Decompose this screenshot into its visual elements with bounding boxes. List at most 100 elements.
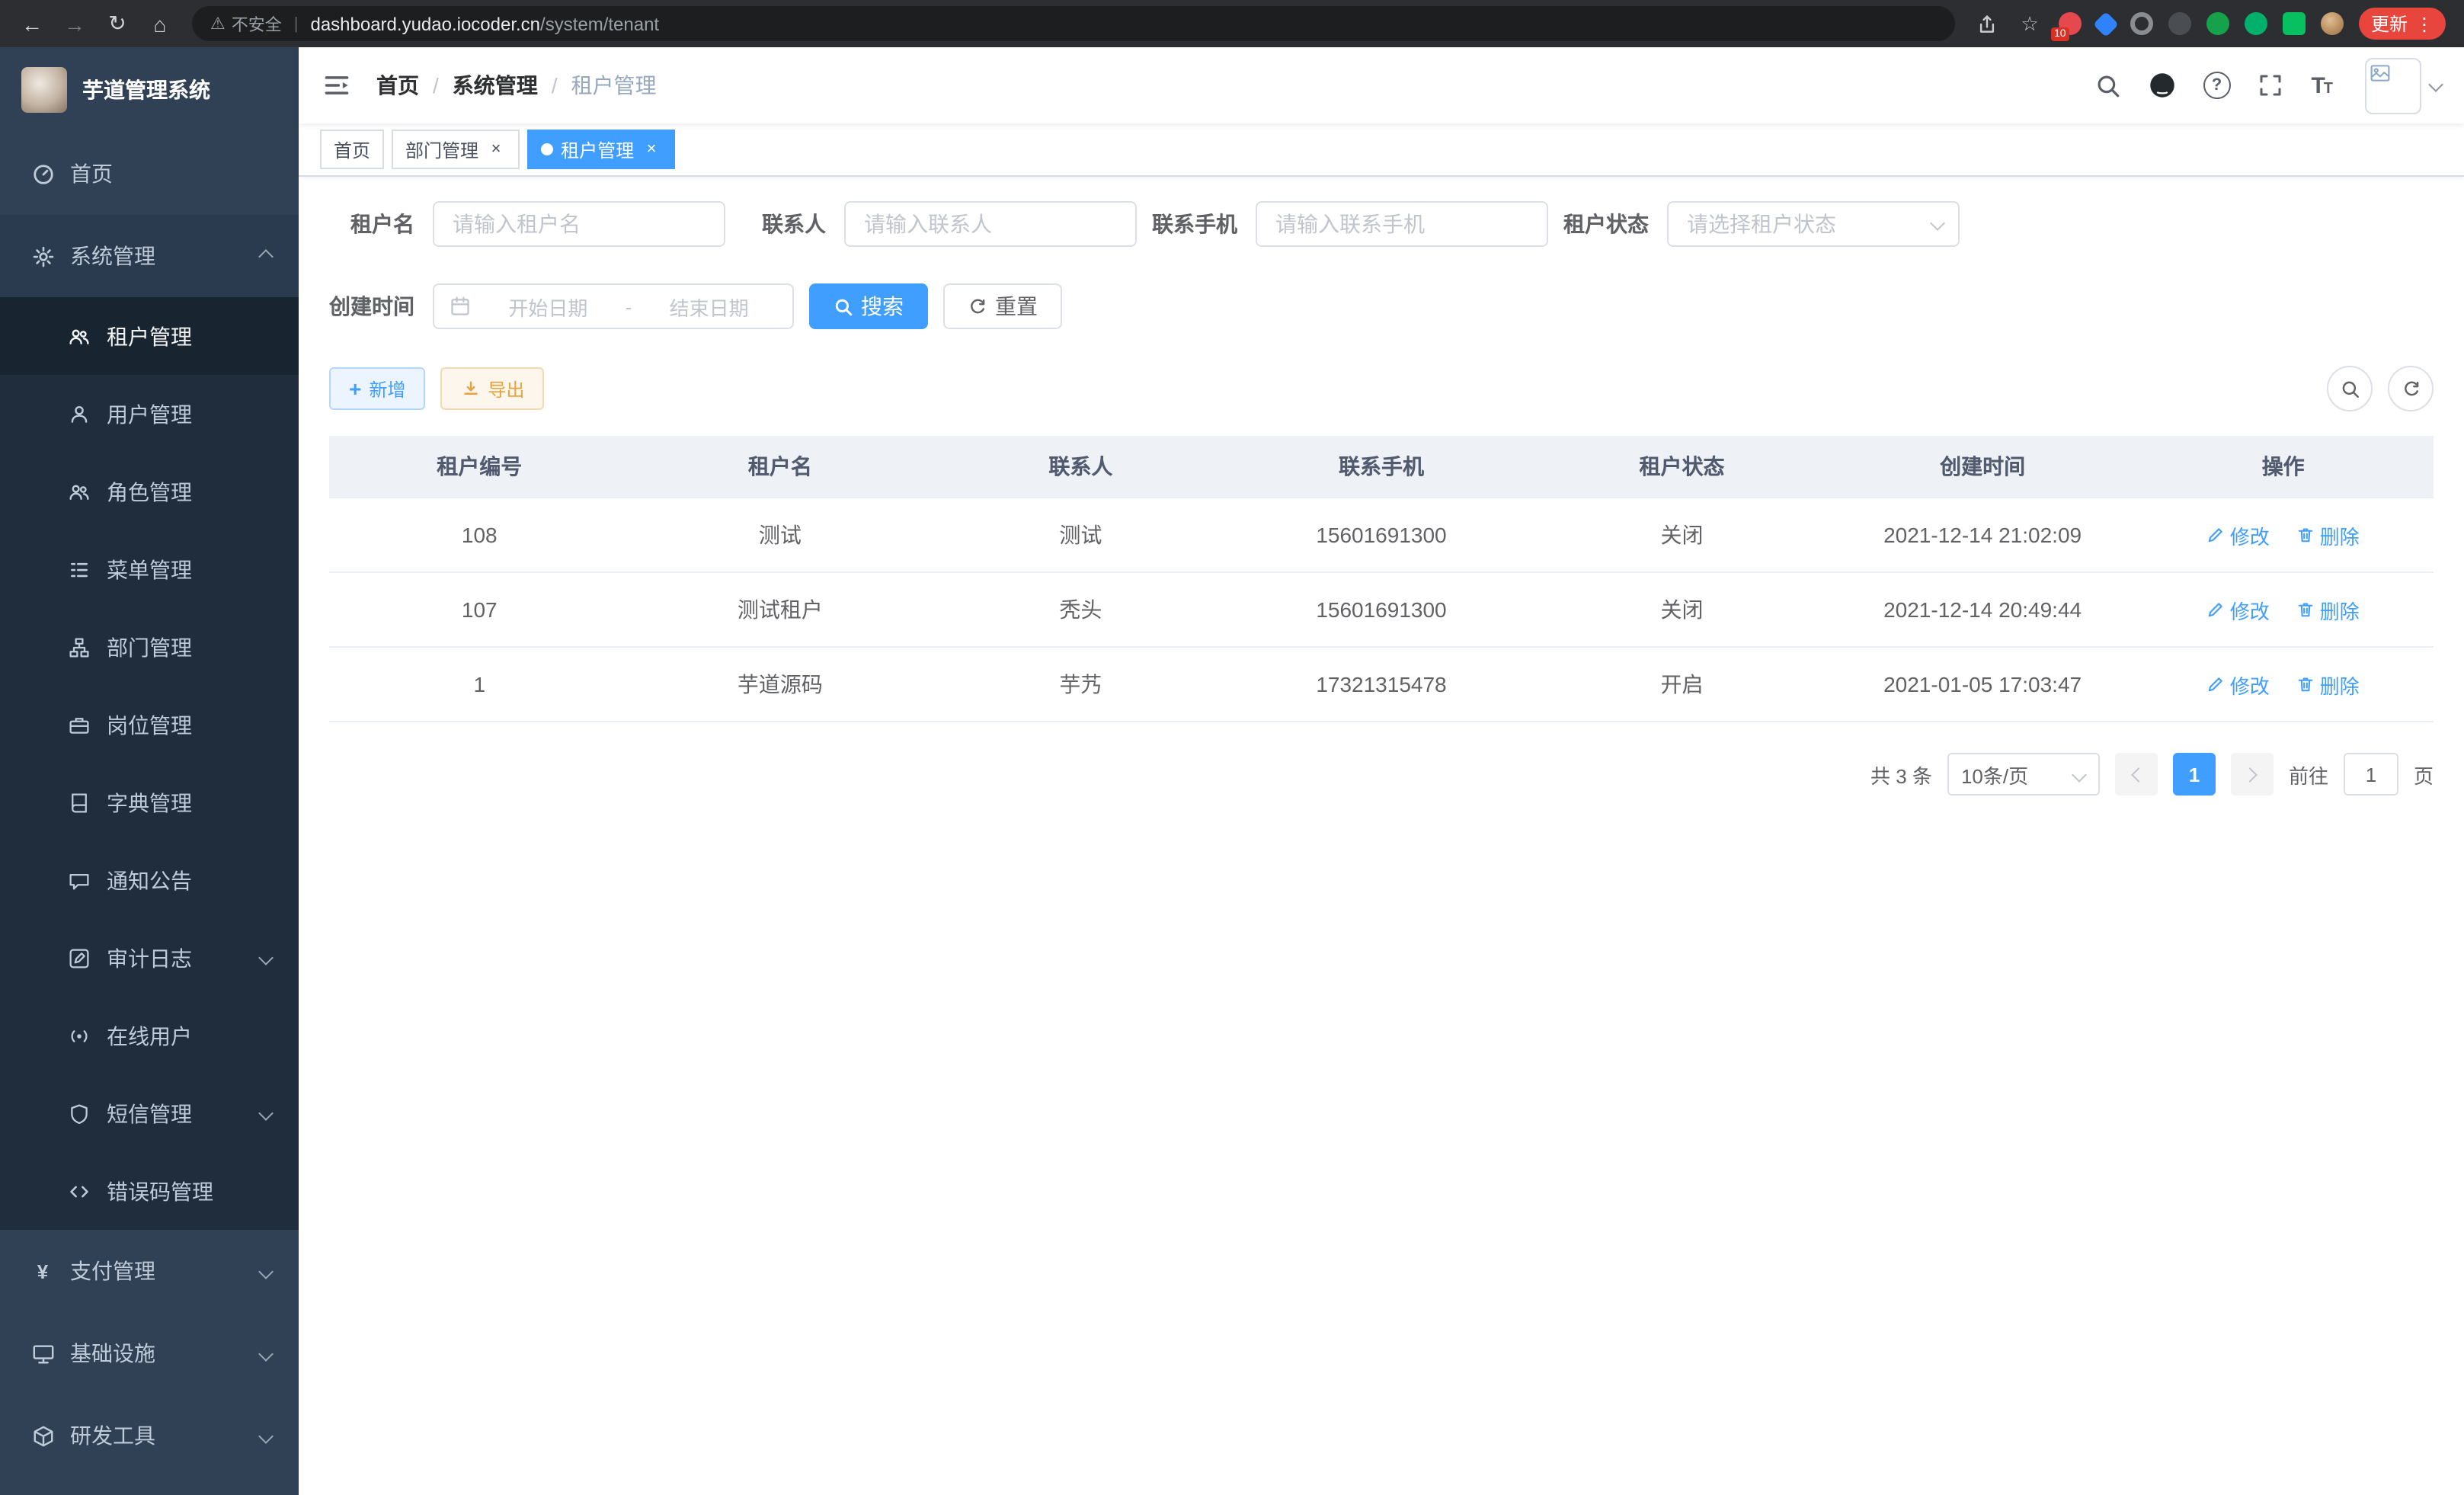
reset-button[interactable]: 重置 <box>943 283 1062 329</box>
export-button[interactable]: 导出 <box>440 367 544 410</box>
close-icon[interactable]: × <box>486 139 506 159</box>
extension-icon-teal[interactable] <box>2245 12 2267 35</box>
cell-created: 2021-12-14 20:49:44 <box>1832 572 2133 647</box>
goto-page-input[interactable] <box>2344 753 2398 796</box>
column-status: 租户状态 <box>1531 436 1832 498</box>
sidebar-submenu-system: 租户管理 用户管理 角色管理 <box>0 297 299 1230</box>
column-tenant-name: 租户名 <box>630 436 931 498</box>
sidebar-item-error-code[interactable]: 错误码管理 <box>0 1152 299 1230</box>
security-warning[interactable]: ⚠ 不安全 <box>210 11 282 36</box>
browser-menu-icon[interactable]: ⋮ <box>2415 13 2434 34</box>
date-range-picker[interactable]: 开始日期 - 结束日期 <box>433 283 794 329</box>
table-right-tools <box>2327 366 2434 411</box>
page-number-1[interactable]: 1 <box>2173 753 2216 796</box>
font-size-icon[interactable]: TT <box>2311 72 2333 98</box>
export-button-label: 导出 <box>488 376 524 402</box>
filter-row-1: 租户名 联系人 联系手机 租户状态 <box>329 201 2434 247</box>
sidebar-item-role[interactable]: 角色管理 <box>0 453 299 530</box>
trash-icon <box>2297 526 2315 544</box>
close-icon[interactable]: × <box>642 139 661 159</box>
sidebar-item-sms[interactable]: 短信管理 <box>0 1074 299 1152</box>
edit-link[interactable]: 修改 <box>2207 595 2270 624</box>
sidebar-item-label: 错误码管理 <box>107 1176 274 1206</box>
active-dot <box>541 143 553 155</box>
start-date-placeholder[interactable]: 开始日期 <box>480 292 616 321</box>
extension-icon-chat[interactable] <box>2283 12 2306 35</box>
sidebar-item-label: 系统管理 <box>70 241 245 271</box>
next-page-button[interactable] <box>2231 753 2274 796</box>
browser-update-button[interactable]: 更新 ⋮ <box>2359 8 2446 40</box>
add-button[interactable]: + 新增 <box>329 367 425 410</box>
browser-forward-button[interactable]: → <box>55 4 94 43</box>
extension-icon-green[interactable] <box>2206 12 2229 35</box>
sidebar-item-dept[interactable]: 部门管理 <box>0 608 299 686</box>
help-icon[interactable]: ? <box>2203 72 2230 99</box>
search-icon[interactable] <box>2093 71 2122 100</box>
end-date-placeholder[interactable]: 结束日期 <box>641 292 777 321</box>
prev-page-button[interactable] <box>2115 753 2158 796</box>
cell-status: 关闭 <box>1531 498 1832 572</box>
breadcrumb-home[interactable]: 首页 <box>376 70 419 101</box>
sidebar-item-home[interactable]: 首页 <box>0 133 299 215</box>
address-separator: | <box>294 14 299 33</box>
sidebar-item-tenant[interactable]: 租户管理 <box>0 297 299 375</box>
share-icon[interactable] <box>1973 10 2001 37</box>
edit-pen-icon <box>2207 526 2226 544</box>
hamburger-icon[interactable] <box>322 70 352 101</box>
sidebar-item-dev-tools[interactable]: 研发工具 <box>0 1394 299 1477</box>
cell-contact: 测试 <box>930 498 1231 572</box>
browser-back-button[interactable]: ← <box>12 4 52 43</box>
contact-input[interactable] <box>844 201 1137 247</box>
extension-icon-dark[interactable] <box>2168 12 2191 35</box>
sidebar-item-label: 短信管理 <box>107 1098 245 1128</box>
sidebar-item-dict[interactable]: 字典管理 <box>0 764 299 841</box>
browser-home-button[interactable]: ⌂ <box>140 4 180 43</box>
sidebar-item-infrastructure[interactable]: 基础设施 <box>0 1312 299 1394</box>
sidebar-item-notice[interactable]: 通知公告 <box>0 841 299 919</box>
tab-home[interactable]: 首页 <box>320 130 384 169</box>
sidebar-item-system[interactable]: 系统管理 <box>0 215 299 297</box>
search-button[interactable]: 搜索 <box>809 283 928 329</box>
profile-avatar[interactable] <box>2321 12 2344 35</box>
sidebar-item-user[interactable]: 用户管理 <box>0 375 299 453</box>
extension-icon-ring[interactable] <box>2130 12 2153 35</box>
status-select-input[interactable] <box>1667 201 1960 247</box>
toggle-search-button[interactable] <box>2327 366 2373 411</box>
refresh-table-button[interactable] <box>2388 366 2434 411</box>
phone-input[interactable] <box>1256 201 1548 247</box>
tab-tenant[interactable]: 租户管理 × <box>527 130 675 169</box>
chevron-up-icon <box>258 248 274 264</box>
announcement-icon <box>67 868 91 892</box>
tenant-name-input[interactable] <box>433 201 725 247</box>
user-avatar-menu[interactable] <box>2365 57 2441 114</box>
delete-link[interactable]: 删除 <box>2297 520 2360 549</box>
extension-icon-red[interactable]: 10 <box>2059 12 2082 35</box>
edit-link[interactable]: 修改 <box>2207 670 2270 699</box>
github-icon[interactable] <box>2148 71 2177 100</box>
bookmark-star-icon[interactable]: ☆ <box>2016 10 2043 37</box>
page-size-select[interactable]: 10条/页 <box>1947 753 2100 796</box>
payment-icon: ¥ <box>30 1259 55 1283</box>
sidebar-item-menu[interactable]: 菜单管理 <box>0 530 299 608</box>
sidebar-item-online-users[interactable]: 在线用户 <box>0 997 299 1074</box>
tab-dept[interactable]: 部门管理 × <box>392 130 520 169</box>
app-logo-row[interactable]: 芋道管理系统 <box>0 47 299 133</box>
breadcrumb: 首页 / 系统管理 / 租户管理 <box>376 70 657 101</box>
browser-reload-button[interactable]: ↻ <box>98 4 137 43</box>
sidebar-item-audit-log[interactable]: 审计日志 <box>0 919 299 997</box>
app-logo <box>21 67 67 113</box>
breadcrumb-system[interactable]: 系统管理 <box>453 70 538 101</box>
fullscreen-icon[interactable] <box>2256 71 2285 100</box>
trash-icon <box>2297 675 2315 693</box>
status-select[interactable] <box>1667 201 1960 247</box>
extension-icon-blue[interactable] <box>2093 11 2119 37</box>
sidebar-item-post[interactable]: 岗位管理 <box>0 686 299 764</box>
edit-link[interactable]: 修改 <box>2207 520 2270 549</box>
sidebar-item-payment[interactable]: ¥ 支付管理 <box>0 1230 299 1312</box>
refresh-icon <box>968 296 987 316</box>
address-bar[interactable]: ⚠ 不安全 | dashboard.yudao.iocoder.cn/syste… <box>192 6 1955 41</box>
dev-tools-icon <box>30 1423 55 1448</box>
delete-link[interactable]: 删除 <box>2297 595 2360 624</box>
delete-link[interactable]: 删除 <box>2297 670 2360 699</box>
warning-icon: ⚠ <box>210 14 226 34</box>
